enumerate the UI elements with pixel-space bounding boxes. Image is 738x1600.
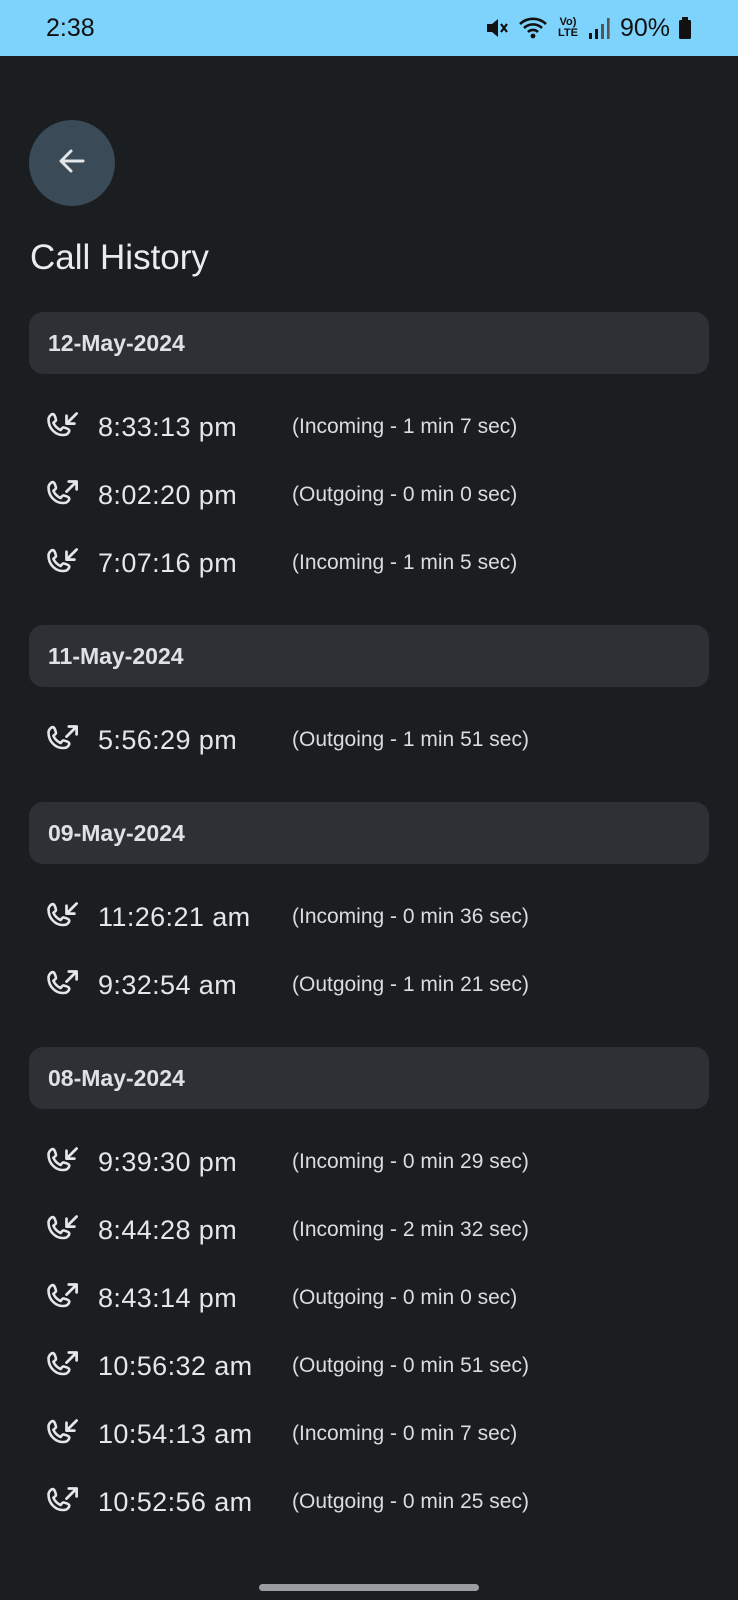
back-button[interactable] bbox=[29, 120, 115, 206]
incoming-call-icon bbox=[44, 545, 80, 581]
call-detail: (Incoming - 2 min 32 sec) bbox=[292, 1218, 529, 1241]
call-detail: (Incoming - 0 min 36 sec) bbox=[292, 905, 529, 928]
date-group: 12-May-2024 8:33:13 pm (Incoming - 1 min 7… bbox=[0, 312, 738, 605]
call-list-section: 11:26:21 am (Incoming - 0 min 36 sec) 9:32… bbox=[0, 864, 738, 1027]
outgoing-call-icon bbox=[44, 1348, 80, 1384]
volte-icon: Vo) LTE bbox=[557, 16, 578, 39]
date-group: 11-May-2024 5:56:29 pm (Outgoing - 1 min 5… bbox=[0, 625, 738, 782]
call-row[interactable]: 8:44:28 pm (Incoming - 2 min 32 sec) bbox=[0, 1196, 738, 1264]
outgoing-call-icon bbox=[44, 477, 80, 513]
signal-icon bbox=[588, 16, 610, 40]
call-detail: (Incoming - 0 min 7 sec) bbox=[292, 1422, 518, 1445]
incoming-call-icon bbox=[44, 1416, 80, 1452]
outgoing-call-icon bbox=[44, 722, 80, 758]
call-time: 11:26:21 am bbox=[98, 901, 251, 932]
home-indicator[interactable] bbox=[259, 1584, 479, 1591]
call-time: 9:32:54 am bbox=[98, 969, 238, 1000]
call-list-section: 5:56:29 pm (Outgoing - 1 min 51 sec) bbox=[0, 687, 738, 782]
call-time: 9:39:30 pm bbox=[98, 1146, 238, 1177]
call-detail: (Incoming - 0 min 29 sec) bbox=[292, 1150, 529, 1173]
call-row[interactable]: 8:02:20 pm (Outgoing - 0 min 0 sec) bbox=[0, 461, 738, 529]
incoming-call-icon bbox=[44, 899, 80, 935]
call-detail: (Outgoing - 0 min 0 sec) bbox=[292, 1286, 518, 1309]
call-list-section: 8:33:13 pm (Incoming - 1 min 7 sec) 8:02:2… bbox=[0, 374, 738, 605]
arrow-left-icon bbox=[56, 145, 88, 182]
call-time: 8:44:28 pm bbox=[98, 1214, 238, 1245]
call-row[interactable]: 5:56:29 pm (Outgoing - 1 min 51 sec) bbox=[0, 706, 738, 774]
battery-percent: 90% bbox=[619, 13, 670, 42]
mute-icon bbox=[484, 15, 510, 41]
call-detail: (Incoming - 1 min 7 sec) bbox=[292, 415, 518, 438]
call-time: 8:02:20 pm bbox=[98, 479, 238, 510]
call-row[interactable]: 11:26:21 am (Incoming - 0 min 36 sec) bbox=[0, 883, 738, 951]
call-detail: (Incoming - 1 min 5 sec) bbox=[292, 551, 518, 574]
call-history-list[interactable]: 12-May-2024 8:33:13 pm (Incoming - 1 min 7… bbox=[0, 312, 738, 1542]
call-detail: (Outgoing - 0 min 25 sec) bbox=[292, 1490, 529, 1513]
call-row[interactable]: 9:32:54 am (Outgoing - 1 min 21 sec) bbox=[0, 951, 738, 1019]
call-time: 8:33:13 pm bbox=[98, 411, 238, 442]
call-row[interactable]: 10:54:13 am (Incoming - 0 min 7 sec) bbox=[0, 1400, 738, 1468]
call-time: 10:54:13 am bbox=[98, 1418, 253, 1449]
date-group: 08-May-2024 9:39:30 pm (Incoming - 0 min 2… bbox=[0, 1047, 738, 1542]
date-header: 09-May-2024 bbox=[29, 802, 709, 864]
call-detail: (Outgoing - 1 min 51 sec) bbox=[292, 728, 529, 751]
date-header: 08-May-2024 bbox=[29, 1047, 709, 1109]
call-time: 10:56:32 am bbox=[98, 1350, 253, 1381]
call-detail: (Outgoing - 1 min 21 sec) bbox=[292, 973, 529, 996]
call-time: 5:56:29 pm bbox=[98, 724, 238, 755]
outgoing-call-icon bbox=[44, 1280, 80, 1316]
call-row[interactable]: 8:33:13 pm (Incoming - 1 min 7 sec) bbox=[0, 393, 738, 461]
battery-icon bbox=[678, 16, 692, 40]
status-icons: Vo) LTE 90% bbox=[484, 14, 692, 43]
call-list-section: 9:39:30 pm (Incoming - 0 min 29 sec) 8:44:… bbox=[0, 1109, 738, 1542]
status-bar: 2:38 Vo) LTE 90% bbox=[0, 0, 738, 56]
outgoing-call-icon bbox=[44, 1484, 80, 1520]
date-header: 11-May-2024 bbox=[29, 625, 709, 687]
call-row[interactable]: 7:07:16 pm (Incoming - 1 min 5 sec) bbox=[0, 529, 738, 597]
date-header: 12-May-2024 bbox=[29, 312, 709, 374]
status-time: 2:38 bbox=[46, 13, 95, 42]
outgoing-call-icon bbox=[44, 967, 80, 1003]
call-detail: (Outgoing - 0 min 0 sec) bbox=[292, 483, 518, 506]
incoming-call-icon bbox=[44, 1144, 80, 1180]
call-time: 7:07:16 pm bbox=[98, 547, 238, 578]
call-row[interactable]: 10:56:32 am (Outgoing - 0 min 51 sec) bbox=[0, 1332, 738, 1400]
incoming-call-icon bbox=[44, 1212, 80, 1248]
date-group: 09-May-2024 11:26:21 am (Incoming - 0 min … bbox=[0, 802, 738, 1027]
call-time: 8:43:14 pm bbox=[98, 1282, 238, 1313]
incoming-call-icon bbox=[44, 409, 80, 445]
call-row[interactable]: 9:39:30 pm (Incoming - 0 min 29 sec) bbox=[0, 1128, 738, 1196]
call-row[interactable]: 8:43:14 pm (Outgoing - 0 min 0 sec) bbox=[0, 1264, 738, 1332]
page-title: Call History bbox=[30, 238, 209, 277]
call-detail: (Outgoing - 0 min 51 sec) bbox=[292, 1354, 529, 1377]
list-bottom-edge bbox=[0, 1528, 738, 1542]
call-row[interactable]: 10:52:56 am (Outgoing - 0 min 25 sec) bbox=[0, 1468, 738, 1536]
call-time: 10:52:56 am bbox=[98, 1486, 253, 1517]
wifi-icon bbox=[518, 15, 548, 41]
